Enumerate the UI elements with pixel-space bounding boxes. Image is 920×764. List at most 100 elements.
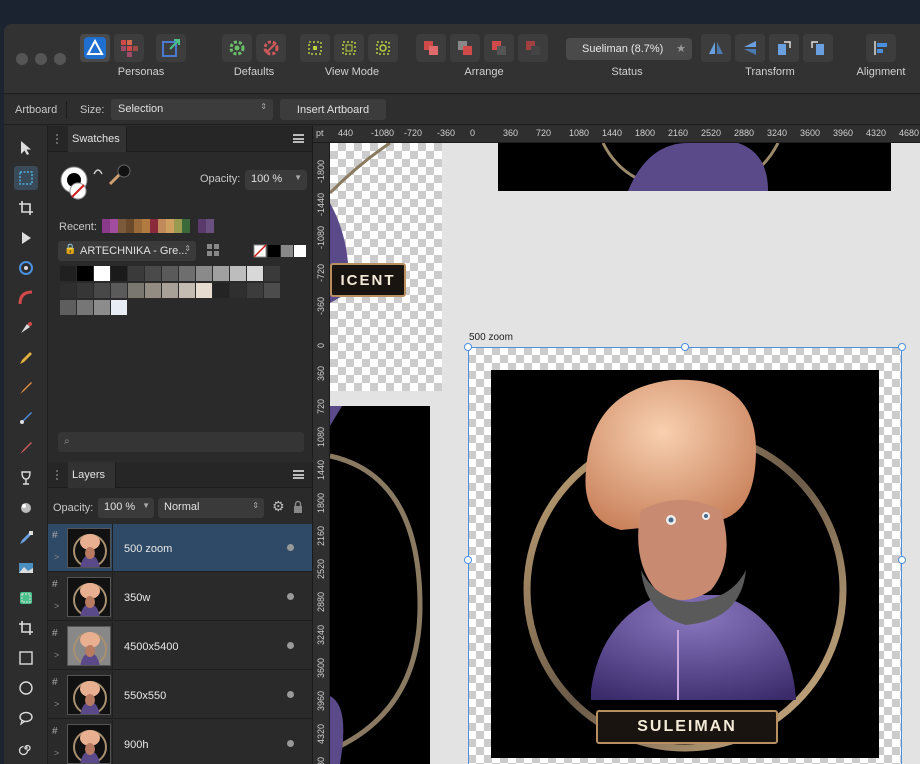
chevron-right-icon[interactable]: > xyxy=(54,601,59,611)
node-tool[interactable] xyxy=(14,226,38,250)
ellipse-tool[interactable] xyxy=(14,676,38,700)
color-swatch[interactable] xyxy=(111,266,127,281)
color-swatch[interactable] xyxy=(94,266,110,281)
color-swatch[interactable] xyxy=(264,266,280,281)
layer-opacity-field[interactable]: 100 % ▼ xyxy=(98,498,154,518)
partial-artboard-top-left[interactable]: ICENT xyxy=(330,143,442,391)
recent-swatch[interactable] xyxy=(174,219,182,233)
color-swatch[interactable] xyxy=(230,283,246,298)
revert-defaults-button[interactable] xyxy=(256,34,286,62)
color-swatch[interactable] xyxy=(60,300,76,315)
gradient-tool[interactable] xyxy=(14,496,38,520)
color-swatch[interactable] xyxy=(94,283,110,298)
panel-grip-icon[interactable] xyxy=(56,470,62,480)
transparency-tool[interactable] xyxy=(14,466,38,490)
canvas[interactable]: ICENT 500 zoom SULEIMAN pt 440 -1080 -72… xyxy=(313,126,920,764)
color-swatch[interactable] xyxy=(196,266,212,281)
synchronise-defaults-button[interactable] xyxy=(222,34,252,62)
snapping-button[interactable] xyxy=(300,34,330,62)
menu-icon[interactable] xyxy=(293,134,304,143)
artboard-500-zoom[interactable]: SULEIMAN xyxy=(468,347,902,764)
move-back-button[interactable] xyxy=(484,34,514,62)
minimize-window-button[interactable] xyxy=(35,53,47,65)
resize-handle-w[interactable] xyxy=(464,556,472,564)
chevron-right-icon[interactable]: > xyxy=(54,748,59,758)
pixel-persona-button[interactable] xyxy=(114,34,144,62)
pixel-view-button[interactable] xyxy=(334,34,364,62)
visibility-dot-icon[interactable] xyxy=(287,691,294,698)
recent-swatch[interactable] xyxy=(118,219,126,233)
designer-persona-button[interactable] xyxy=(80,34,110,62)
dropdown-chevron-icon[interactable]: ▼ xyxy=(294,173,302,182)
resize-handle-nw[interactable] xyxy=(464,343,472,351)
color-swatch[interactable] xyxy=(247,283,263,298)
pencil-tool[interactable] xyxy=(14,346,38,370)
recent-swatch[interactable] xyxy=(198,219,206,233)
color-swatch[interactable] xyxy=(145,266,161,281)
color-swatch[interactable] xyxy=(77,300,93,315)
resize-handle-n[interactable] xyxy=(681,343,689,351)
visibility-dot-icon[interactable] xyxy=(287,642,294,649)
palette-select[interactable]: 🔒 ARTECHNIKA - Gre... ⇕ xyxy=(58,241,196,261)
color-swatch[interactable] xyxy=(111,283,127,298)
layer-row[interactable]: # > 500 zoom xyxy=(48,524,312,572)
status-field[interactable]: Sueliman (8.7%) ★ xyxy=(566,38,692,60)
partial-artboard-top[interactable] xyxy=(498,142,891,191)
color-swatch[interactable] xyxy=(230,266,246,281)
shape-tool[interactable] xyxy=(14,586,38,610)
color-swatch[interactable] xyxy=(145,283,161,298)
fill-stroke-wells[interactable] xyxy=(56,162,146,204)
chevron-right-icon[interactable]: > xyxy=(54,552,59,562)
lock-icon[interactable] xyxy=(292,500,304,514)
vector-brush-tool[interactable] xyxy=(14,376,38,400)
gear-icon[interactable]: ⚙ xyxy=(272,498,285,515)
move-forward-button[interactable] xyxy=(450,34,480,62)
slice-tool[interactable] xyxy=(14,616,38,640)
export-persona-button[interactable] xyxy=(156,34,186,62)
layer-row[interactable]: # > 350w xyxy=(48,573,312,621)
color-swatch[interactable] xyxy=(94,300,110,315)
recent-swatch[interactable] xyxy=(110,219,118,233)
chevron-right-icon[interactable]: > xyxy=(54,650,59,660)
move-to-back-button[interactable] xyxy=(518,34,548,62)
flip-vertical-button[interactable] xyxy=(735,34,765,62)
point-transform-tool[interactable] xyxy=(14,256,38,280)
rectangle-tool[interactable] xyxy=(14,646,38,670)
layer-row[interactable]: # > 550x550 xyxy=(48,671,312,719)
color-swatch[interactable] xyxy=(128,266,144,281)
visibility-dot-icon[interactable] xyxy=(287,544,294,551)
move-to-front-button[interactable] xyxy=(416,34,446,62)
size-select[interactable]: Selection ⇕ xyxy=(111,99,273,120)
recent-swatch[interactable] xyxy=(182,219,190,233)
recent-swatch[interactable] xyxy=(142,219,150,233)
color-swatch[interactable] xyxy=(60,266,76,281)
color-swatch[interactable] xyxy=(179,283,195,298)
color-swatch[interactable] xyxy=(162,266,178,281)
swatch-opacity-field[interactable]: 100 % ▼ xyxy=(245,170,307,190)
fill-tool[interactable] xyxy=(14,406,38,430)
chevron-right-icon[interactable]: > xyxy=(54,699,59,709)
move-tool[interactable] xyxy=(14,136,38,160)
color-swatch[interactable] xyxy=(77,283,93,298)
visibility-dot-icon[interactable] xyxy=(287,740,294,747)
color-swatch[interactable] xyxy=(77,266,93,281)
panel-grip-icon[interactable] xyxy=(56,134,62,144)
recent-swatch[interactable] xyxy=(190,219,198,233)
place-image-tool[interactable] xyxy=(14,556,38,580)
rotate-right-button[interactable] xyxy=(803,34,833,62)
color-swatch[interactable] xyxy=(179,266,195,281)
color-swatch[interactable] xyxy=(60,283,76,298)
artboard-tool[interactable] xyxy=(14,166,38,190)
resize-handle-e[interactable] xyxy=(898,556,906,564)
layer-row[interactable]: # > 4500x5400 xyxy=(48,622,312,670)
resize-handle-ne[interactable] xyxy=(898,343,906,351)
horizontal-ruler[interactable]: pt 440 -1080 -720 -360 0 360 720 1080 1440 1800 21… xyxy=(313,126,920,143)
zoom-window-button[interactable] xyxy=(54,53,66,65)
recent-swatch[interactable] xyxy=(102,219,110,233)
vertical-ruler[interactable]: -1800 -1440 -1080 -720 -360 0 360 720 1080 1440 18… xyxy=(313,143,330,764)
palette-options-icon[interactable] xyxy=(206,242,222,260)
corner-tool[interactable] xyxy=(14,286,38,310)
color-picker-tool[interactable] xyxy=(14,526,38,550)
layer-row[interactable]: # > 900h xyxy=(48,720,312,764)
rotate-left-button[interactable] xyxy=(769,34,799,62)
